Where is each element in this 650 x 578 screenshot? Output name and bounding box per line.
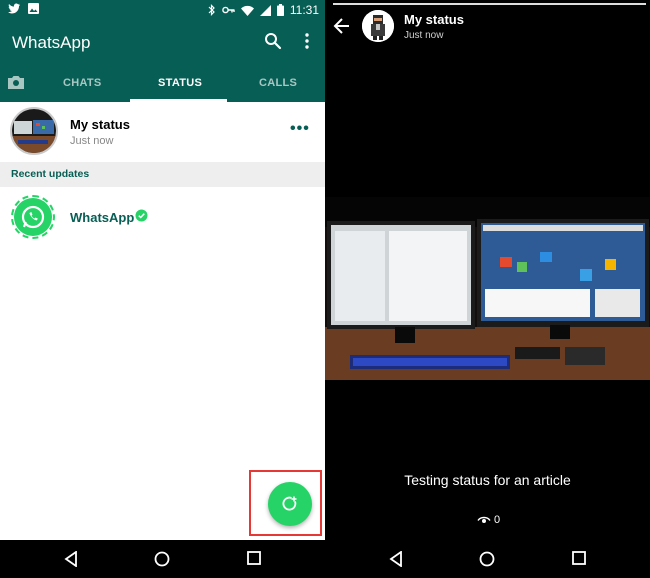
- status-photo: [325, 197, 650, 380]
- more-vert-icon[interactable]: [300, 32, 314, 50]
- nav-recents-icon[interactable]: [247, 551, 261, 565]
- tab-status[interactable]: STATUS: [158, 77, 202, 89]
- status-update-item[interactable]: WhatsApp: [0, 187, 325, 247]
- my-status-name: My status: [70, 117, 130, 132]
- viewer-title: My status: [404, 12, 464, 27]
- view-count-value: 0: [494, 514, 501, 526]
- wifi-icon: [240, 5, 254, 16]
- view-count[interactable]: 0: [477, 514, 500, 526]
- nav-home-icon[interactable]: [479, 551, 495, 567]
- tab-chats[interactable]: CHATS: [63, 77, 102, 89]
- status-progress-bar: [333, 3, 646, 5]
- photo-thumbnail: [12, 109, 56, 153]
- clock: 11:31: [289, 3, 319, 17]
- status-bar: 11:31: [0, 0, 325, 20]
- add-status-button[interactable]: [268, 482, 312, 526]
- whatsapp-logo-icon: [14, 198, 52, 236]
- verified-icon: [135, 209, 148, 222]
- camera-icon[interactable]: [7, 74, 25, 90]
- app-bar: WhatsApp CHATS STATUS CALLS: [0, 20, 325, 102]
- nav-recents-icon[interactable]: [572, 551, 586, 565]
- tab-bar: CHATS STATUS CALLS: [0, 72, 325, 102]
- status-author-name: WhatsApp: [70, 210, 135, 225]
- signal-icon: [259, 4, 271, 16]
- status-list-screen: 11:31 WhatsApp CHATS STATUS CALLS My sta…: [0, 0, 325, 578]
- twitter-icon: [8, 3, 20, 14]
- eye-icon: [477, 516, 491, 523]
- bluetooth-icon: [208, 4, 215, 16]
- image-icon: [28, 3, 39, 14]
- search-icon[interactable]: [264, 32, 282, 50]
- nav-home-icon[interactable]: [154, 551, 170, 567]
- my-status-thumbnail: [10, 107, 58, 155]
- viewer-avatar: [362, 10, 394, 42]
- more-options-icon[interactable]: •••: [290, 120, 310, 138]
- app-title: WhatsApp: [12, 33, 91, 52]
- recent-updates-header: Recent updates: [0, 162, 325, 187]
- back-arrow-icon[interactable]: [332, 16, 352, 36]
- tab-calls[interactable]: CALLS: [259, 77, 297, 89]
- viewer-nav-bar: [325, 540, 650, 578]
- status-caption: Testing status for an article: [404, 472, 571, 488]
- nav-back-icon[interactable]: [64, 551, 78, 567]
- nav-back-icon[interactable]: [389, 551, 403, 567]
- key-icon: [222, 6, 235, 14]
- my-status-row[interactable]: My status Just now •••: [0, 102, 325, 162]
- my-status-time: Just now: [70, 135, 114, 147]
- add-status-icon: [282, 496, 297, 511]
- recent-updates-label: Recent updates: [11, 168, 90, 180]
- nav-bar: [0, 540, 325, 578]
- battery-icon: [276, 4, 284, 16]
- viewer-time: Just now: [404, 30, 444, 41]
